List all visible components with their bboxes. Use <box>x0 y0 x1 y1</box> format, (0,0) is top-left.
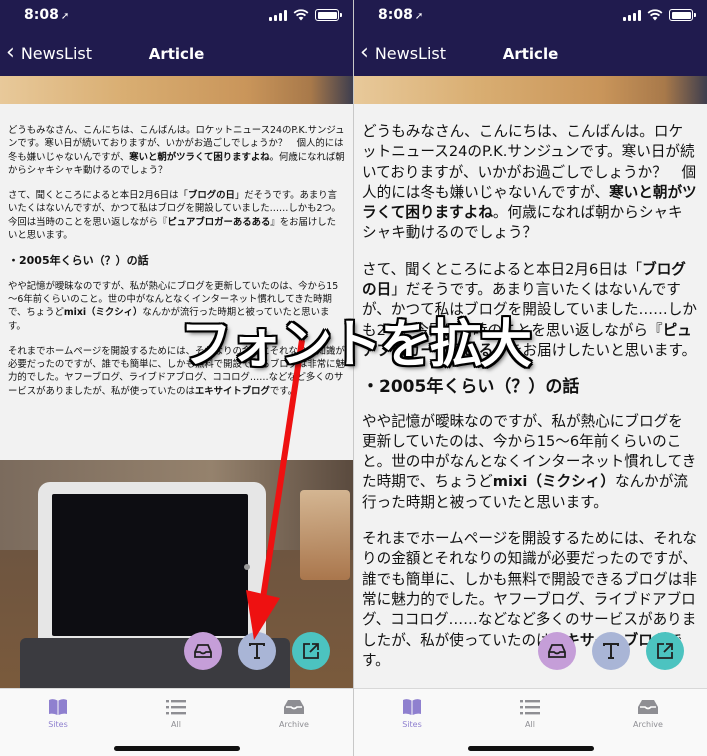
wifi-icon <box>293 9 309 21</box>
wifi-icon <box>647 9 663 21</box>
paragraph-3: やや記憶が曖昧なのですが、私が熱心にブログを更新していたのは、今から15～6年前… <box>362 412 697 511</box>
cellular-signal-icon <box>269 10 287 21</box>
home-indicator <box>468 746 594 751</box>
cellular-signal-icon <box>623 10 641 21</box>
page-title: Article <box>148 45 205 63</box>
annotation-caption: フォントを拡大 <box>180 315 532 375</box>
ipad-image <box>38 482 266 650</box>
location-arrow-icon: ➚ <box>414 11 424 22</box>
tab-archive[interactable]: Archive <box>254 697 334 729</box>
navigation-bar: ‹ NewsList Article <box>354 32 707 76</box>
comparison-screenshot: 8:08 ➚ ‹ NewsList Article どうもみなさん、こんにちは、こん… <box>0 0 707 756</box>
inbox-icon <box>194 644 212 658</box>
text-size-icon <box>249 643 265 659</box>
paragraph-1: どうもみなさん、こんにちは、こんばんは。ロケットニュース24のP.K.サンジュン… <box>8 125 345 176</box>
paragraph-1: どうもみなさん、こんにちは、こんばんは。ロケットニュース24のP.K.サンジュン… <box>362 123 697 242</box>
page-title: Article <box>502 45 559 63</box>
book-icon <box>49 699 67 715</box>
home-indicator <box>114 746 240 751</box>
tab-sites[interactable]: Sites <box>18 697 98 729</box>
red-arrow-annotation <box>246 340 305 640</box>
battery-icon <box>315 9 342 21</box>
hero-image <box>354 76 707 104</box>
battery-icon <box>669 9 696 21</box>
archive-fab-button[interactable] <box>538 632 576 670</box>
archive-fab-button[interactable] <box>184 632 222 670</box>
tab-all[interactable]: All <box>490 697 570 729</box>
tab-sites[interactable]: Sites <box>372 697 452 729</box>
status-time: 8:08 <box>24 7 59 23</box>
share-icon <box>657 643 673 659</box>
inbox-icon <box>548 644 566 658</box>
hero-image <box>0 76 353 104</box>
section-heading: ・2005年くらい（？）の話 <box>8 254 149 268</box>
paragraph-2: さて、聞くところによると本日2月6日は「ブログの日」だそうです。あまり言いたくは… <box>8 190 341 242</box>
location-arrow-icon: ➚ <box>60 11 70 22</box>
list-icon <box>166 700 186 715</box>
navigation-bar: ‹ NewsList Article <box>0 32 353 76</box>
share-fab-button[interactable] <box>646 632 684 670</box>
archive-icon <box>638 700 658 714</box>
list-icon <box>520 700 540 715</box>
text-size-icon <box>603 643 619 659</box>
book-icon <box>403 699 421 715</box>
tab-archive[interactable]: Archive <box>608 697 688 729</box>
section-heading: ・2005年くらい（？）の話 <box>362 377 580 398</box>
status-bar: 8:08 ➚ <box>0 0 353 32</box>
phone-after: 8:08 ➚ ‹ NewsList Article どうもみなさん、こんにちは、こん… <box>354 0 707 756</box>
article-body: どうもみなさん、こんにちは、こんばんは。ロケットニュース24のP.K.サンジュン… <box>354 104 707 688</box>
font-size-fab-button[interactable] <box>592 632 630 670</box>
share-icon <box>303 643 319 659</box>
archive-icon <box>284 700 304 714</box>
status-bar: 8:08 ➚ <box>354 0 707 32</box>
tab-all[interactable]: All <box>136 697 216 729</box>
status-time: 8:08 <box>378 7 413 23</box>
